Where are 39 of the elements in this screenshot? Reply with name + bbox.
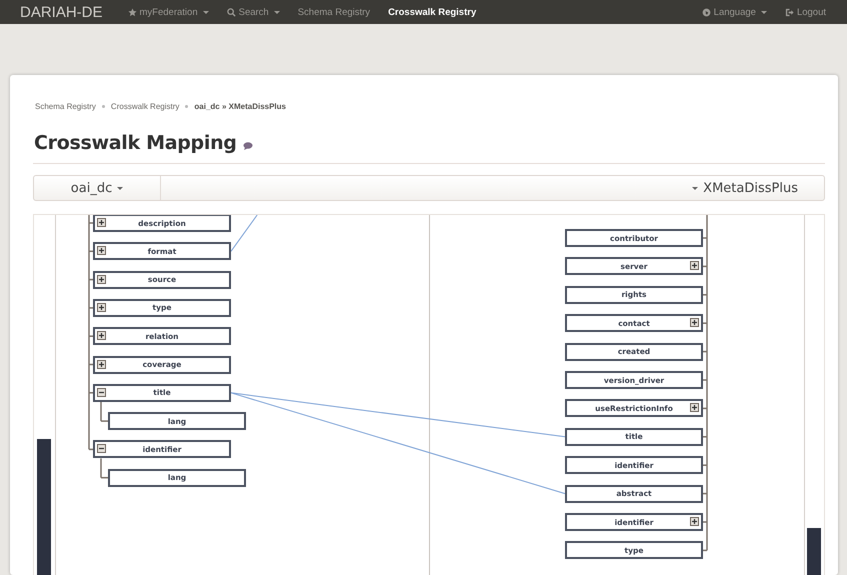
nav-link[interactable]: Crosswalk Registry: [379, 6, 486, 18]
breadcrumb-link[interactable]: Crosswalk Registry: [110, 102, 180, 110]
plus-icon[interactable]: [690, 318, 699, 328]
target-schema-dropdown[interactable]: XMetaDissPlus: [686, 180, 804, 196]
comment-icon[interactable]: [242, 142, 253, 150]
logout-icon: [784, 8, 794, 16]
plus-icon[interactable]: [690, 261, 699, 270]
plus-icon[interactable]: [97, 302, 106, 312]
nav-link[interactable]: Schema Registry: [288, 6, 380, 18]
breadcrumb-separator-icon: [102, 104, 105, 108]
plus-icon[interactable]: [97, 274, 106, 284]
globe-icon: [702, 8, 711, 16]
caret-icon: [274, 10, 280, 14]
plus-icon[interactable]: [97, 331, 106, 340]
star-icon: [128, 8, 137, 16]
plus-icon[interactable]: [97, 218, 106, 227]
caret-icon: [117, 186, 124, 190]
plus-icon[interactable]: [690, 517, 699, 526]
caret-icon: [202, 10, 209, 14]
breadcrumb-link[interactable]: oai_dc » XMetaDissPlus: [194, 102, 286, 110]
plus-icon[interactable]: [690, 403, 699, 412]
plus-icon[interactable]: [97, 360, 106, 368]
search-icon: [226, 8, 236, 16]
scrollbar-thumb[interactable]: [37, 439, 51, 575]
nav-link[interactable]: Search: [218, 6, 289, 18]
nav-link[interactable]: Logout: [776, 6, 835, 18]
minus-icon[interactable]: [97, 444, 106, 454]
plus-icon[interactable]: [97, 246, 106, 256]
page-title: Crosswalk Mapping: [34, 132, 237, 154]
nav-link[interactable]: myFederation: [118, 6, 218, 18]
caret-icon: [692, 186, 698, 190]
breadcrumb-separator-icon: [185, 104, 188, 108]
source-schema-dropdown[interactable]: oai_dc: [64, 180, 130, 196]
brand-logo[interactable]: DARIAH-DE: [20, 4, 103, 20]
breadcrumb-link[interactable]: Schema Registry: [35, 102, 96, 110]
minus-icon[interactable]: [97, 388, 106, 397]
scrollbar-thumb[interactable]: [807, 528, 821, 575]
caret-icon: [760, 10, 767, 14]
nav-link[interactable]: Language: [692, 6, 776, 18]
